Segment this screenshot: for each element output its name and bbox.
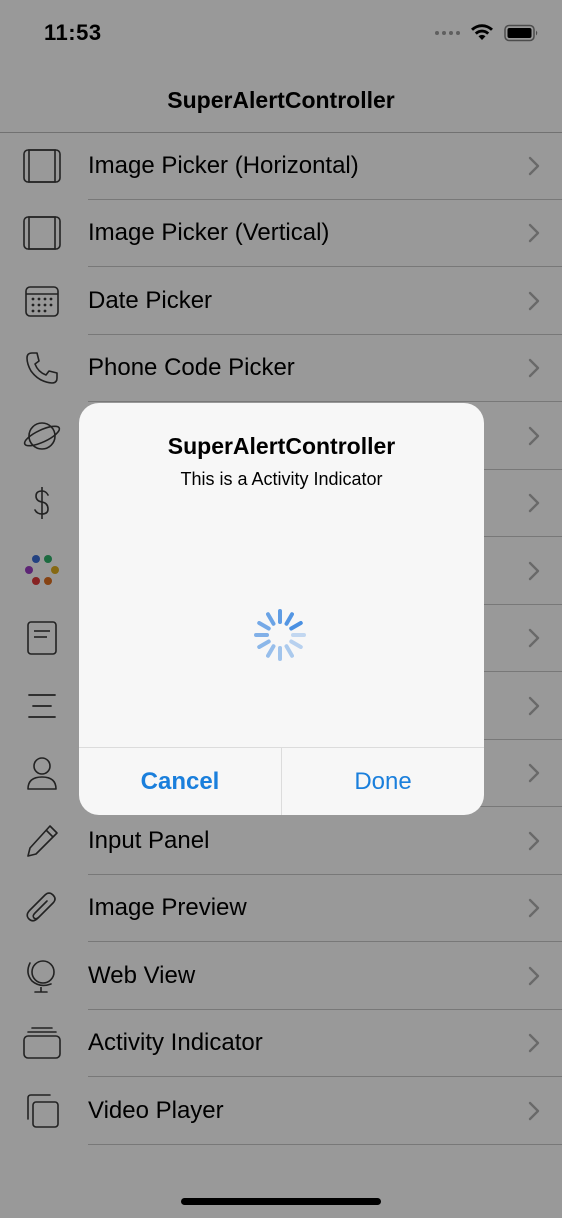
screen: 11:53 SuperAlertController Image Picker … (0, 0, 562, 1218)
spinner-spoke (257, 639, 271, 649)
alert-title: SuperAlertController (167, 433, 396, 459)
activity-indicator-icon (254, 609, 306, 661)
spinner-spoke (289, 621, 303, 631)
cancel-button[interactable]: Cancel (79, 748, 282, 815)
alert-message: This is a Activity Indicator (180, 469, 383, 489)
alert-dialog: SuperAlertController This is a Activity … (79, 403, 484, 815)
spinner-spoke (257, 621, 271, 631)
spinner-spoke (266, 612, 276, 626)
alert-actions: Cancel Done (79, 747, 484, 815)
spinner-spoke (266, 644, 276, 658)
spinner-spoke (284, 644, 294, 658)
spinner-spoke (284, 612, 294, 626)
home-indicator (181, 1198, 381, 1205)
spinner-spoke (289, 639, 303, 649)
done-button[interactable]: Done (282, 748, 484, 815)
